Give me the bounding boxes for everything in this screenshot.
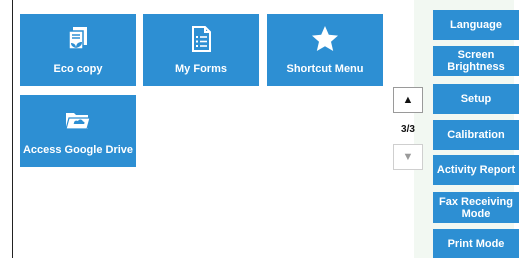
fax-receiving-mode-label-line2: Mode xyxy=(461,207,491,220)
calibration-label: Calibration xyxy=(447,129,505,141)
page-indicator: 3/3 xyxy=(401,124,415,135)
shortcut-menu-label: Shortcut Menu xyxy=(286,63,364,75)
print-mode-button[interactable]: Print Mode xyxy=(433,229,519,258)
star-icon xyxy=(312,26,338,51)
form-icon xyxy=(192,26,211,52)
setup-label: Setup xyxy=(460,93,492,105)
eco-copy-tile[interactable]: Eco copy xyxy=(20,14,136,86)
arrow-down-icon: ▼ xyxy=(402,151,414,163)
access-google-drive-tile[interactable]: Access Google Drive xyxy=(20,95,136,167)
print-mode-label: Print Mode xyxy=(447,237,505,250)
language-label: Language xyxy=(450,19,502,31)
screen-brightness-label-line2: Brightness xyxy=(447,61,505,73)
my-forms-tile[interactable]: My Forms xyxy=(143,14,259,86)
calibration-button[interactable]: Calibration xyxy=(433,120,519,150)
scroll-down-button[interactable]: ▼ xyxy=(393,144,423,170)
activity-report-label: Activity Report xyxy=(436,164,516,176)
shortcut-menu-tile[interactable]: Shortcut Menu xyxy=(267,14,383,86)
screen-brightness-button[interactable]: Screen Brightness xyxy=(433,46,519,76)
setup-button[interactable]: Setup xyxy=(433,84,519,114)
fax-receiving-mode-button[interactable]: Fax Receiving Mode xyxy=(433,192,519,223)
activity-report-button[interactable]: Activity Report xyxy=(433,155,519,185)
folder-cloud-icon xyxy=(65,113,91,130)
fax-receiving-mode-label-line1: Fax Receiving xyxy=(439,195,513,208)
language-button[interactable]: Language xyxy=(433,10,519,40)
access-google-drive-label: Access Google Drive xyxy=(22,144,134,156)
eco-copy-icon xyxy=(68,27,87,50)
arrow-up-icon: ▲ xyxy=(402,94,414,106)
eco-copy-label: Eco copy xyxy=(53,63,103,75)
screen-brightness-label-line1: Screen xyxy=(457,49,495,61)
scroll-up-button[interactable]: ▲ xyxy=(393,87,423,113)
my-forms-label: My Forms xyxy=(175,63,227,75)
